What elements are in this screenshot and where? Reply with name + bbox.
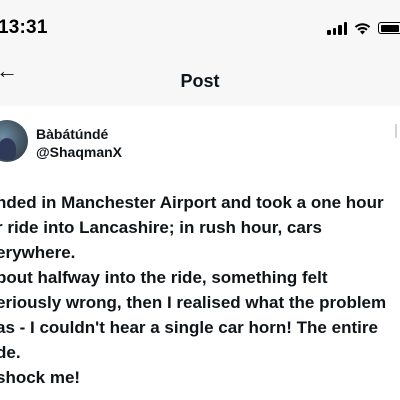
author-handle[interactable]: @ShaqmanX [36, 144, 122, 160]
status-time: 13:31 [0, 17, 48, 38]
post-line: de. [0, 343, 21, 362]
post-body: nded in Manchester Airport and took a on… [0, 190, 400, 390]
more-options-icon[interactable] [395, 124, 400, 138]
post-line: nded in Manchester Airport and took a on… [0, 193, 384, 212]
post-line: as - I couldn't hear a single car horn! … [0, 318, 378, 337]
post-line: eriously wrong, then I realised what the… [0, 293, 387, 312]
post: Bàbátúndé @ShaqmanX nded in Manchester A… [0, 106, 400, 400]
author-display-name[interactable]: Bàbátúndé [36, 126, 108, 142]
page-title: Post [180, 71, 220, 91]
screen: 13:31 ← Post Bàbátúndé @ShaqmanX nded in… [0, 0, 400, 400]
battery-icon [378, 22, 400, 34]
wifi-icon [354, 22, 371, 34]
post-line: erywhere. [0, 243, 76, 262]
post-line: shock me! [0, 368, 81, 387]
post-line: bout halfway into the ride, something fe… [0, 268, 328, 287]
status-bar: 13:31 [0, 0, 400, 50]
header: ← Post [0, 50, 400, 106]
avatar[interactable] [0, 120, 28, 162]
status-icons [327, 20, 400, 36]
signal-icon [327, 21, 347, 35]
post-line: r ride into Lancashire; in rush hour, ca… [0, 218, 322, 237]
